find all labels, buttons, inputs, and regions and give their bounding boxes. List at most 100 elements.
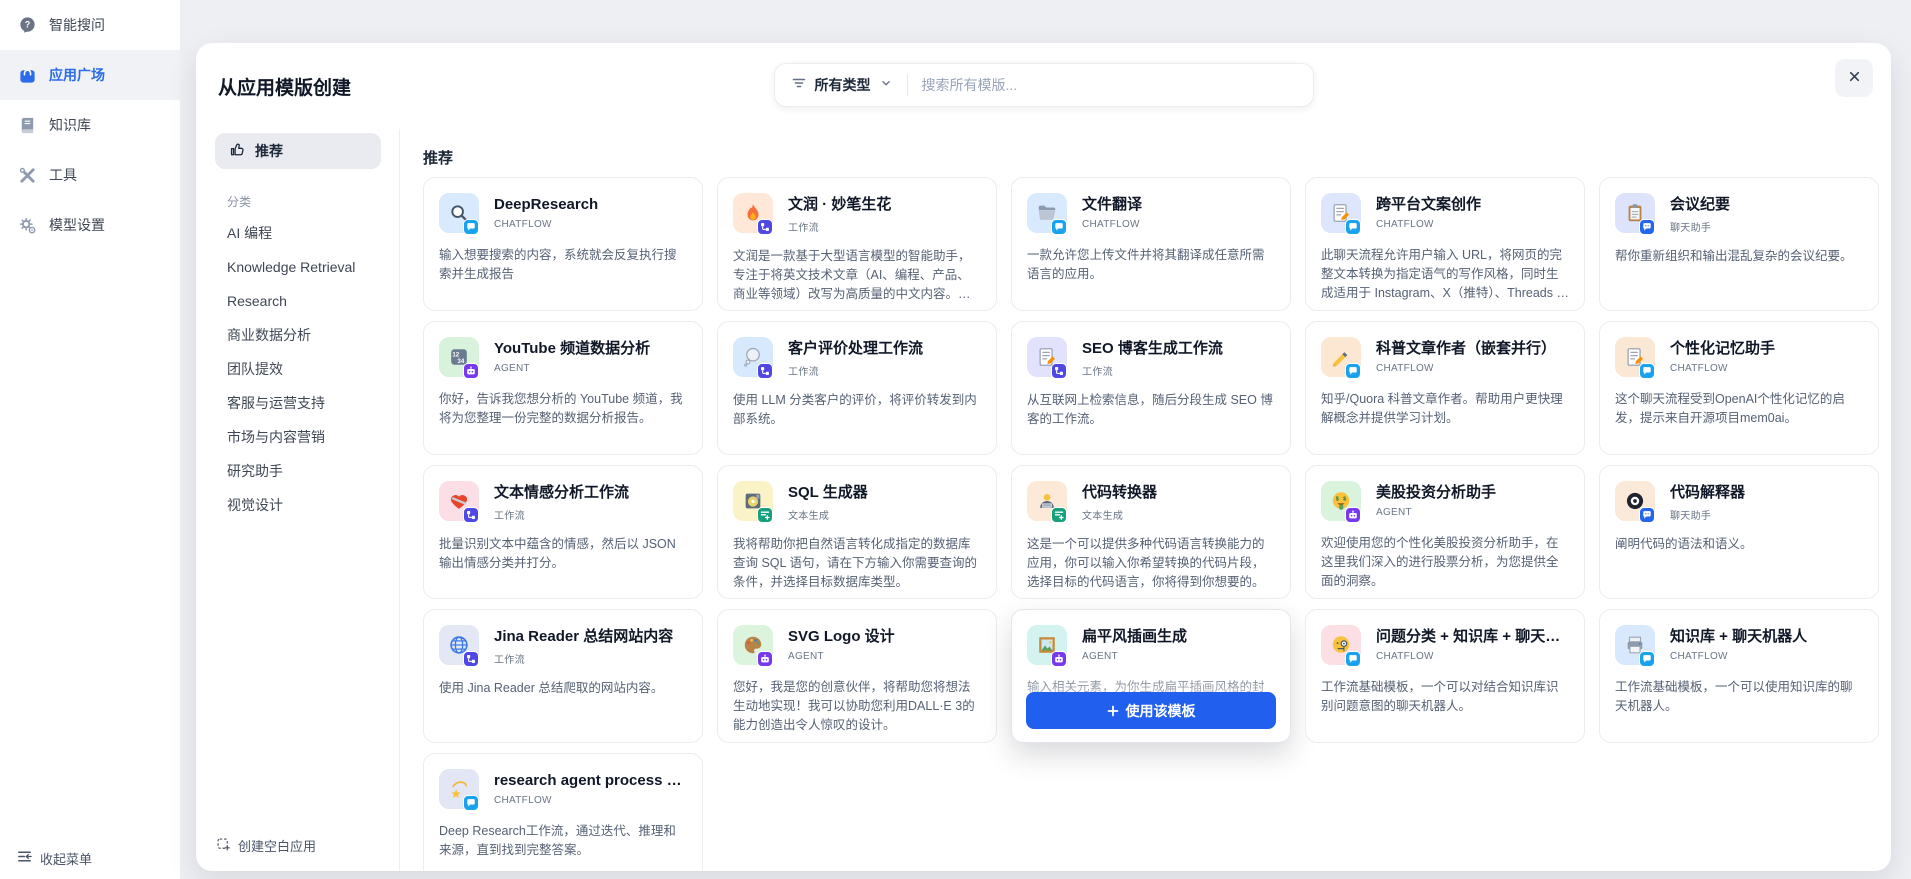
workflow-badge-icon [757, 219, 773, 235]
template-card[interactable]: 跨平台文案创作CHATFLOW此聊天流程允许用户输入 URL，将网页的完整文本转… [1305, 177, 1585, 311]
card-description: 我将帮助你把自然语言转化成指定的数据库查询 SQL 语句，请在下方输入你需要查询… [733, 535, 981, 592]
card-title: DeepResearch [494, 195, 598, 215]
card-header: 文润 · 妙笔生花工作流 [733, 193, 981, 234]
template-card[interactable]: DeepResearch CHATFLOW 输入想要搜索的内容，系统就会反复执行搜索… [423, 177, 703, 311]
card-description: 阐明代码的语法和语义。 [1615, 535, 1863, 554]
card-title-block: 个性化记忆助手CHATFLOW [1670, 337, 1775, 377]
category-item[interactable]: 视觉设计 [196, 488, 399, 522]
template-card[interactable]: 知识库 + 聊天机器人CHATFLOW工作流基础模板，一个可以使用知识库的聊天机… [1599, 609, 1879, 743]
sidebar-item-smart-search[interactable]: ?智能搜问 [0, 0, 180, 50]
template-card[interactable]: SQL 生成器文本生成我将帮助你把自然语言转化成指定的数据库查询 SQL 语句，… [717, 465, 997, 599]
template-card[interactable]: 科普文章作者（嵌套并行）CHATFLOW知乎/Quora 科普文章作者。帮助用户… [1305, 321, 1585, 455]
sidebar-item-label: 应用广场 [49, 65, 105, 85]
category-item[interactable]: 市场与内容营销 [196, 420, 399, 454]
template-card[interactable]: 问题分类 + 知识库 + 聊天机...CHATFLOW工作流基础模板，一个可以对… [1305, 609, 1585, 743]
template-card[interactable]: 代码转换器文本生成这是一个可以提供多种代码语言转换能力的应用，你可以输入你希望转… [1011, 465, 1291, 599]
category-item[interactable]: AI 编程 [196, 216, 399, 250]
card-type-label: 工作流 [494, 507, 629, 522]
template-card[interactable]: 会议纪要聊天助手帮你重新组织和输出混乱复杂的会议纪要。 [1599, 177, 1879, 311]
card-title: 代码转换器 [1082, 483, 1157, 503]
sidebar-item-app-marketplace[interactable]: 应用广场 [0, 50, 180, 100]
card-header: 文件翻译CHATFLOW [1027, 193, 1275, 233]
model-settings-icon [18, 216, 37, 235]
card-type-label: 聊天助手 [1670, 219, 1730, 234]
category-item[interactable]: 客服与运营支持 [196, 386, 399, 420]
card-title-block: 跨平台文案创作CHATFLOW [1376, 193, 1481, 233]
svg-text:$: $ [1343, 497, 1346, 503]
card-type-label: CHATFLOW [494, 219, 598, 230]
svg-text:?: ? [25, 19, 31, 29]
card-description: 文润是一款基于大型语言模型的智能助手，专注于将英文技术文章（AI、编程、产品、商… [733, 247, 981, 304]
monocle-face-icon [1321, 625, 1361, 665]
marketplace-icon [18, 66, 37, 85]
template-grid: DeepResearch CHATFLOW 输入想要搜索的内容，系统就会反复执行搜索… [423, 177, 1891, 871]
template-card[interactable]: SVG Logo 设计AGENT您好，我是您的创意伙伴，将帮助您将想法生动地实现… [717, 609, 997, 743]
card-description: 批量识别文本中蕴含的情感，然后以 JSON 输出情感分类并打分。 [439, 535, 687, 573]
card-type-label: 文本生成 [788, 507, 868, 522]
tab-recommended[interactable]: 推荐 [215, 133, 381, 169]
template-card[interactable]: 个性化记忆助手CHATFLOW这个聊天流程受到OpenAI个性化记忆的启发，提示… [1599, 321, 1879, 455]
use-template-button[interactable]: 使用该模板 [1026, 692, 1276, 729]
sidebar-item-knowledge-base[interactable]: 知识库 [0, 100, 180, 150]
sidebar-item-label: 知识库 [49, 115, 91, 135]
template-search-input[interactable] [922, 77, 1297, 93]
template-list-area: 推荐 DeepResearchCHATFLOW输入想要搜索的内容，系统就会反复执… [400, 129, 1891, 871]
template-card[interactable]: $$美股投资分析助手AGENT欢迎使用您的个性化美股投资分析助手，在这里我们深入… [1305, 465, 1585, 599]
sidebar-item-label: 模型设置 [49, 215, 105, 235]
template-search-bar: 所有类型 [774, 63, 1314, 107]
card-title: 科普文章作者（嵌套并行） [1376, 339, 1556, 359]
category-section-label: 分类 [227, 193, 399, 210]
chatflow-badge-icon [1345, 219, 1361, 235]
template-card[interactable]: SEO 博客生成工作流工作流从互联网上检索信息，随后分段生成 SEO 博客的工作… [1011, 321, 1291, 455]
thumbs-up-icon [229, 141, 246, 161]
search-divider [907, 74, 908, 96]
chatflow-badge-icon [463, 219, 479, 235]
chat-badge-icon [1639, 219, 1655, 235]
chatflow-badge-icon [1345, 363, 1361, 379]
create-blank-app-button[interactable]: 创建空白应用 [216, 836, 316, 855]
category-item[interactable]: 研究助手 [196, 454, 399, 488]
template-card[interactable]: Jina Reader 总结网站内容工作流使用 Jina Reader 总结爬取… [423, 609, 703, 743]
template-card[interactable]: 文件翻译CHATFLOW 一款允许您上传文件并将其翻译成任意所需语言的应用。 [1011, 177, 1291, 311]
sidebar-item-tools[interactable]: 工具 [0, 150, 180, 200]
card-title: 知识库 + 聊天机器人 [1670, 627, 1807, 647]
palette-icon [733, 625, 773, 665]
card-title: Jina Reader 总结网站内容 [494, 627, 673, 647]
card-title-block: SVG Logo 设计AGENT [788, 625, 895, 665]
category-item[interactable]: Knowledge Retrieval [196, 250, 399, 284]
card-description: 一款允许您上传文件并将其翻译成任意所需语言的应用。 [1027, 246, 1275, 284]
card-type-label: AGENT [788, 651, 895, 662]
card-description: 你好，告诉我您想分析的 YouTube 频道，我将为您整理一份完整的数据分析报告… [439, 390, 687, 428]
category-list: AI 编程Knowledge RetrievalResearch商业数据分析团队… [196, 216, 399, 522]
workflow-badge-icon [463, 507, 479, 523]
card-title: 文润 · 妙笔生花 [788, 195, 891, 215]
category-item[interactable]: 团队提效 [196, 352, 399, 386]
template-card[interactable]: 客户评价处理工作流工作流使用 LLM 分类客户的评价，将评价转发到内部系统。 [717, 321, 997, 455]
sidebar-nav: ?智能搜问应用广场知识库工具模型设置 [0, 0, 180, 250]
modal-header: 从应用模版创建 所有类型 [196, 43, 1891, 129]
card-description: 输入想要搜索的内容，系统就会反复执行搜索并生成报告 [439, 246, 687, 284]
collapse-menu-button[interactable]: 收起菜单 [0, 837, 108, 879]
workflow-badge-icon [757, 363, 773, 379]
template-card[interactable]: research agent process flowCHATFLOWDeep … [423, 753, 703, 871]
template-card[interactable]: 代码解释器聊天助手阐明代码的语法和语义。 [1599, 465, 1879, 599]
chatflow-badge-icon [1639, 363, 1655, 379]
close-modal-button[interactable] [1835, 59, 1873, 97]
completion-badge-icon [1051, 507, 1067, 523]
category-item[interactable]: Research [196, 284, 399, 318]
agent-badge-icon [463, 363, 479, 379]
card-title: 个性化记忆助手 [1670, 339, 1775, 359]
template-card[interactable]: 文本情感分析工作流工作流批量识别文本中蕴含的情感，然后以 JSON 输出情感分类… [423, 465, 703, 599]
card-title: 文件翻译 [1082, 195, 1142, 215]
type-filter-dropdown[interactable]: 所有类型 [791, 75, 893, 96]
template-card[interactable]: 扁平风插画生成AGENT输入相关元素，为你生成扁平插画风格的封面图片。使用该模板 [1011, 609, 1291, 743]
sidebar-item-model-settings[interactable]: 模型设置 [0, 200, 180, 250]
chatflow-badge-icon [463, 795, 479, 811]
tab-recommended-label: 推荐 [255, 141, 283, 161]
template-card[interactable]: 1234YouTube 频道数据分析AGENT你好，告诉我您想分析的 YouTu… [423, 321, 703, 455]
app-sidebar: ?智能搜问应用广场知识库工具模型设置 收起菜单 [0, 0, 180, 879]
card-title: research agent process flow [494, 771, 684, 791]
category-item[interactable]: 商业数据分析 [196, 318, 399, 352]
qa-search-icon: ? [18, 16, 37, 35]
template-card[interactable]: 文润 · 妙笔生花工作流文润是一款基于大型语言模型的智能助手，专注于将英文技术文… [717, 177, 997, 311]
